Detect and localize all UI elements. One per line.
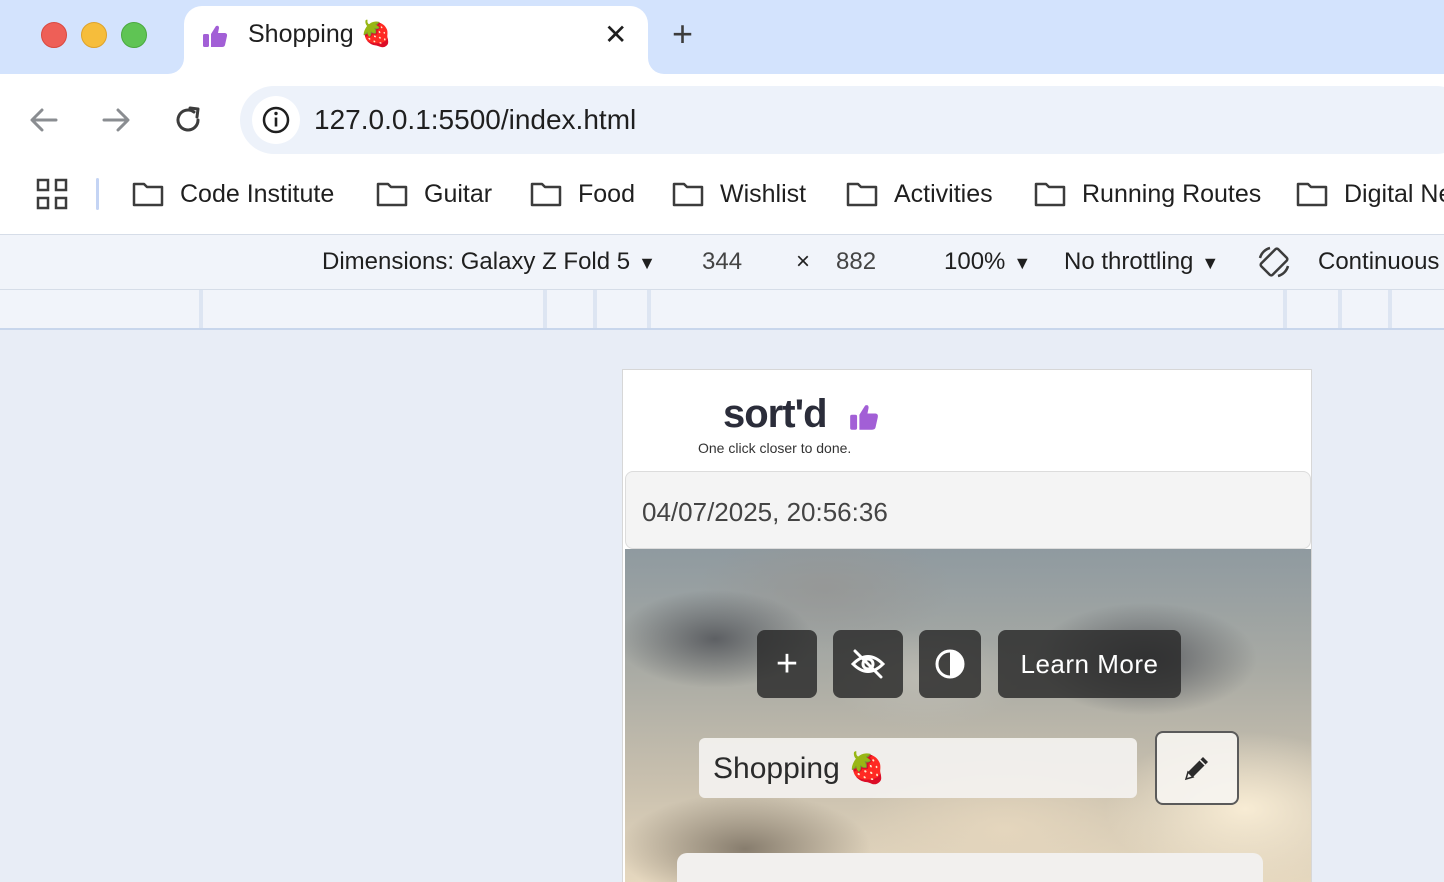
site-info-button[interactable] bbox=[252, 96, 300, 144]
browser-toolbar: 127.0.0.1:5500/index.html bbox=[0, 74, 1444, 164]
logo-wordmark: sort'd bbox=[723, 392, 828, 436]
add-item-button[interactable]: + bbox=[757, 630, 817, 698]
new-tab-button[interactable]: + bbox=[672, 14, 693, 54]
address-bar[interactable]: 127.0.0.1:5500/index.html bbox=[240, 86, 1444, 154]
bookmark-folder-food[interactable]: Food bbox=[530, 178, 635, 210]
bookmark-label: Digital Ne bbox=[1344, 179, 1444, 208]
folder-icon bbox=[846, 182, 878, 207]
arrow-left-icon bbox=[30, 108, 58, 132]
ruler-marker bbox=[1388, 290, 1392, 328]
contrast-icon bbox=[935, 649, 965, 679]
reload-icon bbox=[176, 106, 200, 132]
tab-title: Shopping 🍓 bbox=[248, 20, 392, 48]
ruler-marker bbox=[1338, 290, 1342, 328]
apps-grid-icon[interactable] bbox=[36, 178, 68, 210]
forward-button[interactable] bbox=[98, 102, 134, 138]
zoom-select[interactable]: 100% ▼ bbox=[944, 248, 1031, 276]
device-emulation-toolbar: Dimensions: Galaxy Z Fold 5 ▼ 344 × 882 1… bbox=[0, 234, 1444, 290]
bookmark-folder-running-routes[interactable]: Running Routes bbox=[1034, 178, 1261, 210]
folder-icon bbox=[530, 182, 562, 207]
media-query-ruler bbox=[0, 290, 1444, 330]
tagline: One click closer to done. bbox=[698, 440, 852, 456]
rotate-button[interactable] bbox=[1256, 244, 1292, 287]
edit-list-name-button[interactable] bbox=[1155, 731, 1239, 805]
rotate-icon bbox=[1258, 246, 1290, 278]
thumbs-up-icon bbox=[203, 25, 228, 47]
tab-shopping[interactable]: Shopping 🍓 ✕ bbox=[184, 6, 648, 74]
datetime-panel: 04/07/2025, 20:56:36 bbox=[625, 471, 1311, 549]
info-icon bbox=[262, 106, 290, 134]
list-name-field[interactable]: Shopping 🍓 bbox=[699, 738, 1137, 798]
dropdown-caret-icon: ▼ bbox=[1013, 253, 1032, 273]
ruler-marker bbox=[543, 290, 547, 328]
folder-icon bbox=[1034, 182, 1066, 207]
ruler-marker bbox=[647, 290, 651, 328]
minimize-window-button[interactable] bbox=[81, 22, 107, 48]
bookmark-label: Guitar bbox=[424, 179, 493, 208]
folder-icon bbox=[132, 182, 164, 207]
pencil-icon bbox=[1184, 757, 1208, 781]
hide-completed-button[interactable] bbox=[833, 630, 903, 698]
tab-strip: Shopping 🍓 ✕ + bbox=[0, 0, 1444, 74]
arrow-right-icon bbox=[102, 108, 130, 132]
learn-more-button[interactable]: Learn More bbox=[998, 630, 1181, 698]
bookmark-folder-activities[interactable]: Activities bbox=[846, 178, 993, 210]
cloud-hero-background: + Learn More Shopping 🍓 bbox=[625, 549, 1311, 882]
folder-icon bbox=[672, 182, 704, 207]
maximize-window-button[interactable] bbox=[121, 22, 147, 48]
throttling-label: No throttling bbox=[1064, 248, 1194, 275]
contrast-toggle-button[interactable] bbox=[919, 630, 981, 698]
ruler-marker bbox=[1283, 290, 1287, 328]
bookmark-label: Running Routes bbox=[1082, 179, 1262, 208]
device-dimensions-label: Dimensions: Galaxy Z Fold 5 bbox=[322, 248, 631, 275]
device-dimensions-select[interactable]: Dimensions: Galaxy Z Fold 5 ▼ bbox=[322, 248, 656, 276]
folder-icon bbox=[376, 182, 408, 207]
url-text: 127.0.0.1:5500/index.html bbox=[314, 104, 637, 135]
bookmark-folder-digital-ne[interactable]: Digital Ne bbox=[1296, 178, 1444, 210]
back-button[interactable] bbox=[26, 102, 62, 138]
mode-select[interactable]: Continuous bbox=[1318, 248, 1439, 276]
bookmarks-bar: Code Institute Guitar Food Wishlist Acti… bbox=[0, 164, 1444, 234]
width-input[interactable]: 344 bbox=[702, 248, 742, 276]
zoom-label: 100% bbox=[944, 248, 1006, 275]
emulated-device-page: sort'd One click closer to done. 04/07/2… bbox=[622, 369, 1312, 882]
eye-slash-icon bbox=[850, 649, 886, 679]
tab-close-icon[interactable]: ✕ bbox=[604, 18, 627, 51]
bookmark-folder-guitar[interactable]: Guitar bbox=[376, 178, 492, 210]
dropdown-caret-icon: ▼ bbox=[1201, 253, 1220, 273]
list-card bbox=[677, 853, 1263, 882]
close-window-button[interactable] bbox=[41, 22, 67, 48]
throttling-select[interactable]: No throttling ▼ bbox=[1064, 248, 1219, 276]
bookmark-folder-code-institute[interactable]: Code Institute bbox=[132, 178, 334, 210]
bookmarks-divider bbox=[96, 178, 99, 210]
dropdown-caret-icon: ▼ bbox=[638, 253, 656, 273]
ruler-marker bbox=[199, 290, 203, 328]
current-datetime: 04/07/2025, 20:56:36 bbox=[642, 497, 888, 527]
folder-icon bbox=[1296, 182, 1328, 207]
thumbs-up-icon bbox=[850, 405, 878, 430]
times-icon: × bbox=[796, 248, 811, 275]
bookmark-label: Food bbox=[578, 179, 635, 208]
height-input[interactable]: 882 bbox=[836, 248, 876, 276]
reload-button[interactable] bbox=[170, 102, 206, 138]
bookmark-label: Activities bbox=[894, 179, 993, 208]
bookmark-label: Wishlist bbox=[720, 179, 807, 208]
bookmark-label: Code Institute bbox=[180, 179, 335, 208]
ruler-marker bbox=[593, 290, 597, 328]
list-name-text: Shopping 🍓 bbox=[713, 752, 886, 785]
bookmark-folder-wishlist[interactable]: Wishlist bbox=[672, 178, 806, 210]
